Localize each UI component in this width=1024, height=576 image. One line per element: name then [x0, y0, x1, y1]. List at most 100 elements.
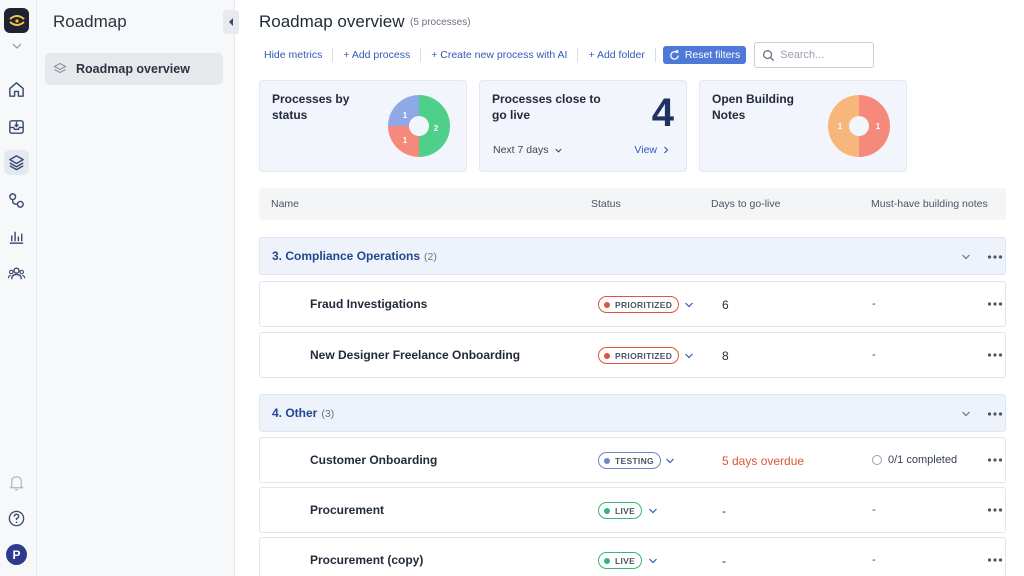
more-options-icon[interactable] [987, 301, 1003, 307]
column-header-name[interactable]: Name [271, 198, 299, 210]
group-row[interactable]: 4. Other (3) [259, 394, 1006, 432]
more-options-icon[interactable] [987, 457, 1003, 463]
processes-by-status-card[interactable]: Processes by status 1 2 1 [259, 80, 467, 172]
incomplete-circle-icon [872, 455, 882, 465]
sidebar-item-roadmap-overview[interactable]: Roadmap overview [45, 53, 223, 85]
chevron-right-icon [664, 146, 669, 154]
inbox-icon[interactable] [4, 114, 29, 139]
table-row[interactable]: New Designer Freelance Onboarding PRIORI… [259, 332, 1006, 378]
status-label: TESTING [615, 455, 654, 466]
bell-icon[interactable] [4, 470, 29, 495]
workflow-icon[interactable] [4, 188, 29, 213]
status-badge[interactable]: TESTING [598, 452, 661, 469]
hide-metrics-link[interactable]: Hide metrics [259, 49, 327, 61]
open-building-notes-card[interactable]: Open Building Notes 1 1 [699, 80, 907, 172]
process-name[interactable]: Procurement (copy) [310, 553, 423, 567]
process-count: (5 processes) [410, 17, 471, 28]
status-dot [604, 352, 610, 359]
layers-icon [53, 62, 67, 74]
more-options-icon[interactable] [987, 507, 1003, 513]
table-row[interactable]: Customer Onboarding TESTING 5 days overd… [259, 437, 1006, 483]
group-name: 3. Compliance Operations (2) [272, 249, 437, 263]
donut-slice-orange [828, 95, 859, 157]
chevron-down-icon[interactable] [10, 40, 24, 52]
status-donut-chart: 1 2 1 [388, 95, 450, 157]
chevron-down-icon[interactable] [648, 556, 658, 566]
chevron-down-icon[interactable] [665, 456, 675, 466]
toolbar-divider [654, 48, 656, 62]
chevron-down-icon [555, 148, 563, 153]
more-options-icon[interactable] [987, 254, 1003, 260]
more-options-icon[interactable] [987, 557, 1003, 563]
chevron-down-icon[interactable] [684, 351, 694, 361]
process-name[interactable]: Procurement [310, 503, 384, 517]
chevron-left-icon [229, 18, 233, 26]
building-notes: - [872, 504, 876, 516]
status-badge[interactable]: LIVE [598, 502, 643, 519]
card-title: Processes close to go live [492, 92, 601, 122]
chevron-down-icon[interactable] [648, 506, 658, 516]
main-content: Roadmap overview (5 processes) Hide metr… [235, 0, 1024, 576]
processes-close-to-go-live-card[interactable]: Processes close to go live 4 Next 7 days… [479, 80, 687, 172]
reset-filters-button[interactable]: Reset filters [662, 46, 747, 64]
period-select[interactable]: Next 7 days [493, 144, 563, 156]
table-row[interactable]: Fraud Investigations PRIORITIZED 6 - [259, 281, 1006, 327]
refresh-icon [670, 49, 679, 60]
search-box[interactable] [754, 42, 875, 68]
add-process-link[interactable]: + Add process [338, 49, 415, 61]
status-badge[interactable]: LIVE [598, 552, 643, 569]
days-to-go-live: 6 [722, 298, 729, 312]
group-title: 3. Compliance Operations [272, 249, 421, 263]
bar-chart-icon[interactable] [4, 224, 29, 249]
help-icon[interactable] [4, 506, 29, 531]
donut-label: 1 [403, 136, 408, 145]
process-name[interactable]: Fraud Investigations [310, 297, 427, 311]
sidebar-item-label: Roadmap overview [76, 62, 190, 76]
card-title: Processes by status [272, 92, 350, 122]
chevron-down-icon[interactable] [961, 409, 971, 419]
status-label: PRIORITIZED [615, 299, 673, 310]
process-name[interactable]: New Designer Freelance Onboarding [310, 348, 520, 362]
donut-label: 2 [434, 124, 439, 133]
more-options-icon[interactable] [987, 352, 1003, 358]
building-notes: - [872, 298, 876, 310]
card-title: Open Building Notes [712, 92, 794, 122]
chevron-down-icon[interactable] [961, 252, 971, 262]
status-dot [604, 507, 610, 514]
column-header-status[interactable]: Status [591, 198, 621, 210]
building-notes: - [872, 554, 876, 566]
column-header-days[interactable]: Days to go-live [711, 198, 780, 210]
search-icon [763, 49, 775, 61]
add-folder-link[interactable]: + Add folder [583, 49, 649, 61]
toolbar-divider [420, 48, 422, 62]
icon-rail: P [0, 0, 37, 576]
layers-icon[interactable] [4, 150, 29, 175]
users-icon[interactable] [4, 261, 29, 286]
group-row[interactable]: 3. Compliance Operations (2) [259, 237, 1006, 275]
days-to-go-live: - [722, 554, 726, 568]
table-row[interactable]: Procurement LIVE - - [259, 487, 1006, 533]
status-dot [604, 457, 610, 464]
group-title: 4. Other [272, 406, 318, 420]
more-options-icon[interactable] [987, 411, 1003, 417]
column-header-notes[interactable]: Must-have building notes [871, 198, 988, 210]
status-badge[interactable]: PRIORITIZED [598, 347, 680, 364]
status-dot [604, 301, 610, 308]
donut-slice-red [859, 95, 890, 157]
sidebar-title: Roadmap [53, 12, 127, 31]
create-process-ai-link[interactable]: + Create new process with AI [426, 49, 572, 61]
app-logo[interactable] [4, 8, 29, 33]
status-badge[interactable]: PRIORITIZED [598, 296, 680, 313]
status-label: LIVE [615, 505, 636, 516]
process-name[interactable]: Customer Onboarding [310, 453, 437, 467]
table-header: Name Status Days to go-live Must-have bu… [259, 188, 1006, 220]
home-icon[interactable] [4, 77, 29, 102]
chevron-down-icon[interactable] [684, 300, 694, 310]
building-notes: 0/1 completed [872, 454, 957, 466]
table-row[interactable]: Procurement (copy) LIVE - - [259, 537, 1006, 576]
reset-filters-label: Reset filters [684, 49, 741, 61]
view-link[interactable]: View [634, 144, 670, 156]
user-avatar[interactable]: P [6, 544, 27, 565]
search-input[interactable] [780, 49, 866, 61]
page-title: Roadmap overview [259, 12, 405, 31]
